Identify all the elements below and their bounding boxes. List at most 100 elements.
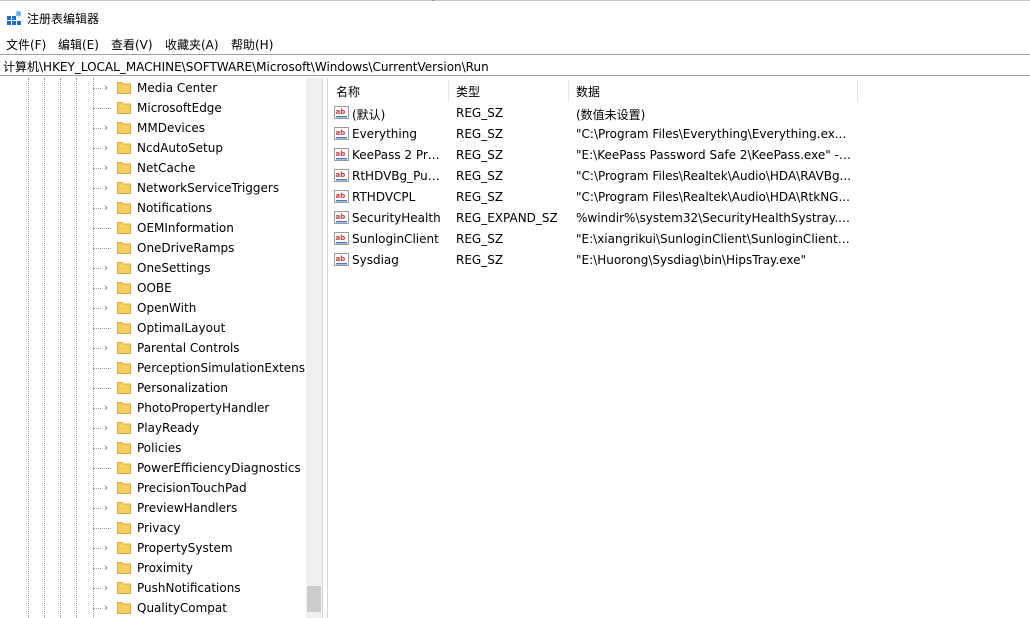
expand-chevron-icon[interactable]: › xyxy=(101,342,111,354)
tree-item-label: PerceptionSimulationExtensic xyxy=(137,361,315,375)
expand-chevron-icon[interactable]: › xyxy=(101,562,111,574)
tree-item[interactable]: › PropertySystem xyxy=(0,538,306,558)
expand-chevron-icon[interactable]: › xyxy=(101,302,111,314)
menu-help[interactable]: 帮助(H) xyxy=(231,36,273,53)
tree-item[interactable]: OptimalLayout xyxy=(0,318,306,338)
value-name: KeePass 2 Pre... xyxy=(352,148,446,162)
menu-edit[interactable]: 编辑(E) xyxy=(58,36,99,53)
folder-icon xyxy=(117,222,131,234)
value-row[interactable]: ab SecurityHealth REG_EXPAND_SZ %windir%\sy… xyxy=(328,208,1030,229)
tree-connector xyxy=(93,228,111,229)
tree-item[interactable]: › PhotoPropertyHandler xyxy=(0,398,306,418)
tree-item[interactable]: › PlayReady xyxy=(0,418,306,438)
tree-item-label: PhotoPropertyHandler xyxy=(137,401,270,415)
svg-text:ab: ab xyxy=(336,150,346,158)
tree-item[interactable]: › Proximity xyxy=(0,558,306,578)
svg-text:ab: ab xyxy=(336,129,346,137)
value-row[interactable]: ab SunloginClient REG_SZ "E:\xiangrikui\Sun… xyxy=(328,229,1030,250)
expand-chevron-icon[interactable]: › xyxy=(101,142,111,154)
expand-chevron-icon[interactable]: › xyxy=(101,502,111,514)
tree-item[interactable]: › PushNotifications xyxy=(0,578,306,598)
folder-icon xyxy=(117,182,131,194)
tree-item[interactable]: Privacy xyxy=(0,518,306,538)
tree-item[interactable]: › OneSettings xyxy=(0,258,306,278)
tree-item[interactable]: › NcdAutoSetup xyxy=(0,138,306,158)
tree-item[interactable]: › Notifications xyxy=(0,198,306,218)
tree-item[interactable]: PowerEfficiencyDiagnostics xyxy=(0,458,306,478)
tree-item[interactable]: › OpenWith xyxy=(0,298,306,318)
value-type: REG_SZ xyxy=(456,127,504,141)
tree-scrollbar-thumb[interactable] xyxy=(307,586,321,612)
value-data: "C:\Program Files\Realtek\Audio\HDA\RAVB… xyxy=(576,169,852,183)
string-value-icon: ab xyxy=(334,169,349,182)
value-row[interactable]: ab RtHDVBg_Push... REG_SZ "C:\Program Files… xyxy=(328,166,1030,187)
expand-chevron-icon[interactable]: › xyxy=(101,182,111,194)
title-bar[interactable]: 注册表编辑器 xyxy=(0,4,1030,32)
expand-chevron-icon[interactable]: › xyxy=(101,202,111,214)
tree-item[interactable]: › Parental Controls xyxy=(0,338,306,358)
value-row[interactable]: ab KeePass 2 Pre... REG_SZ "E:\KeePass Pass… xyxy=(328,145,1030,166)
expand-chevron-icon[interactable]: › xyxy=(101,262,111,274)
string-value-icon: ab xyxy=(334,232,349,245)
expand-chevron-icon[interactable]: › xyxy=(101,282,111,294)
tree-item[interactable]: › PreviewHandlers xyxy=(0,498,306,518)
column-header-type[interactable]: 类型 xyxy=(448,78,568,102)
menu-favorites[interactable]: 收藏夹(A) xyxy=(165,36,219,53)
expand-chevron-icon[interactable]: › xyxy=(101,602,111,614)
expand-chevron-icon[interactable]: › xyxy=(101,482,111,494)
column-header-name[interactable]: 名称 xyxy=(328,78,448,102)
tree-item[interactable]: › OOBE xyxy=(0,278,306,298)
svg-text:ab: ab xyxy=(336,192,346,200)
value-row[interactable]: ab RTHDVCPL REG_SZ "C:\Program Files\Realte… xyxy=(328,187,1030,208)
svg-text:ab: ab xyxy=(336,234,346,242)
tree-scrollbar[interactable] xyxy=(306,78,322,618)
tree-item[interactable]: › MMDevices xyxy=(0,118,306,138)
value-type: REG_SZ xyxy=(456,148,504,162)
folder-icon xyxy=(117,242,131,254)
window-title: 注册表编辑器 xyxy=(27,12,100,26)
value-row[interactable]: ab Everything REG_SZ "C:\Program Files\Ever… xyxy=(328,124,1030,145)
key-tree-pane[interactable]: › Media Center MicrosoftEdge › MMDevices › Ncd… xyxy=(0,78,322,618)
tree-item-label: OptimalLayout xyxy=(137,321,226,335)
column-separator[interactable] xyxy=(857,80,858,102)
tree-item-label: OOBE xyxy=(137,281,172,295)
tree-item[interactable]: PerceptionSimulationExtensic xyxy=(0,358,315,378)
expand-chevron-icon[interactable]: › xyxy=(101,542,111,554)
menu-file[interactable]: 文件(F) xyxy=(6,36,46,53)
column-header-data[interactable]: 数据 xyxy=(568,78,858,102)
value-type: REG_EXPAND_SZ xyxy=(456,211,558,225)
value-row[interactable]: ab (默认) REG_SZ (数值未设置) xyxy=(328,103,1030,124)
tree-item[interactable]: Personalization xyxy=(0,378,306,398)
expand-chevron-icon[interactable]: › xyxy=(101,402,111,414)
expand-chevron-icon[interactable]: › xyxy=(101,82,111,94)
value-name: SecurityHealth xyxy=(352,211,441,225)
tree-item[interactable]: › NetworkServiceTriggers xyxy=(0,178,306,198)
tree-item[interactable]: › Policies xyxy=(0,438,306,458)
expand-chevron-icon[interactable]: › xyxy=(101,442,111,454)
address-path[interactable]: 计算机\HKEY_LOCAL_MACHINE\SOFTWARE\Microsof… xyxy=(3,58,489,75)
tree-item[interactable]: › Media Center xyxy=(0,78,306,98)
value-data: "C:\Program Files\Realtek\Audio\HDA\RtkN… xyxy=(576,190,850,204)
tree-item[interactable]: OEMInformation xyxy=(0,218,306,238)
value-name: SunloginClient xyxy=(352,232,439,246)
expand-chevron-icon[interactable]: › xyxy=(101,162,111,174)
menu-view[interactable]: 查看(V) xyxy=(111,36,153,53)
expand-chevron-icon[interactable]: › xyxy=(101,422,111,434)
tree-item[interactable]: OneDriveRamps xyxy=(0,238,306,258)
tree-item-label: MicrosoftEdge xyxy=(137,101,222,115)
value-row[interactable]: ab Sysdiag REG_SZ "E:\Huorong\Sysdiag\bin\H… xyxy=(328,250,1030,271)
folder-icon xyxy=(117,102,131,114)
tree-item[interactable]: › NetCache xyxy=(0,158,306,178)
expand-chevron-icon[interactable]: › xyxy=(101,582,111,594)
tree-item[interactable]: › PrecisionTouchPad xyxy=(0,478,306,498)
values-pane[interactable]: 名称 类型 数据 ab (默认) REG_SZ (数值未设置) ab Everything… xyxy=(328,78,1030,618)
tree-item-label: PreviewHandlers xyxy=(137,501,238,515)
tree-connector xyxy=(93,248,111,249)
folder-icon xyxy=(117,462,131,474)
tree-item[interactable]: MicrosoftEdge xyxy=(0,98,306,118)
folder-icon xyxy=(117,162,131,174)
value-data: "E:\Huorong\Sysdiag\bin\HipsTray.exe" xyxy=(576,253,807,267)
address-bar[interactable]: 计算机\HKEY_LOCAL_MACHINE\SOFTWARE\Microsof… xyxy=(0,54,1030,76)
tree-item[interactable]: › QualityCompat xyxy=(0,598,306,618)
expand-chevron-icon[interactable]: › xyxy=(101,122,111,134)
